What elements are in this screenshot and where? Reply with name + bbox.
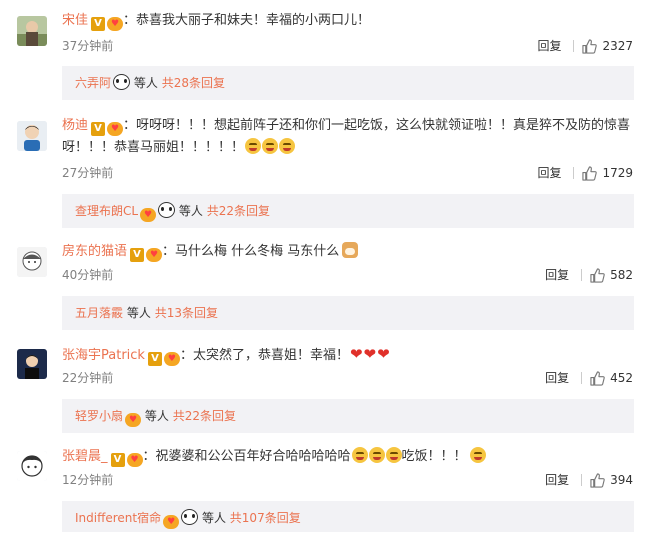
reply-count-link[interactable]: 共28条回复 bbox=[162, 76, 225, 90]
like-count: 2327 bbox=[602, 39, 633, 53]
reply-button[interactable]: 回复 bbox=[537, 37, 561, 55]
grin-emoji-icon bbox=[279, 138, 296, 154]
divider bbox=[581, 372, 583, 384]
avatar[interactable] bbox=[17, 247, 47, 277]
like-count: 394 bbox=[610, 473, 633, 487]
fan-badge-icon bbox=[107, 122, 124, 136]
comment-actions: 回复 2327 bbox=[537, 37, 633, 55]
reply-summary[interactable]: 轻罗小扇 等人 共22条回复 bbox=[62, 399, 634, 433]
avatar[interactable] bbox=[17, 121, 47, 151]
fan-badge-icon bbox=[163, 515, 180, 529]
panda-emoji-icon bbox=[181, 509, 199, 525]
timestamp: 27分钟前 bbox=[62, 166, 114, 180]
like-count: 1729 bbox=[602, 166, 633, 180]
heart-emoji-icon: ❤ bbox=[363, 345, 377, 363]
reply-username[interactable]: 查理布朗CL bbox=[75, 204, 138, 218]
grin-emoji-icon bbox=[245, 138, 262, 154]
reply-username[interactable]: 六弄阿 bbox=[75, 76, 111, 90]
reply-etc-text: 等人 bbox=[178, 204, 203, 218]
comment-actions: 回复 1729 bbox=[537, 164, 633, 182]
reply-count-link[interactable]: 共13条回复 bbox=[155, 306, 218, 320]
reply-count-link[interactable]: 共22条回复 bbox=[207, 204, 270, 218]
verified-badge-icon: V bbox=[130, 248, 145, 262]
comment-text-line: 杨迪V：呀呀呀！！！想起前阵子还和你们一起吃饭，这么快就领证啦！！真是猝不及防的… bbox=[62, 115, 636, 159]
verified-badge-icon: V bbox=[147, 352, 162, 366]
reply-button[interactable]: 回复 bbox=[545, 369, 569, 387]
fan-badge-icon bbox=[163, 352, 180, 366]
grin-emoji-icon bbox=[469, 447, 486, 463]
grin-emoji-icon bbox=[368, 447, 385, 463]
timestamp: 37分钟前 bbox=[62, 39, 114, 53]
heart-emoji-icon: ❤ bbox=[377, 345, 390, 363]
thumbs-up-icon[interactable] bbox=[590, 267, 605, 283]
comment-actions: 回复 394 bbox=[545, 471, 633, 489]
verified-badge-icon: V bbox=[110, 453, 125, 467]
thumbs-up-icon[interactable] bbox=[590, 370, 605, 386]
grin-emoji-icon bbox=[351, 447, 368, 463]
comment-actions: 回复 452 bbox=[545, 369, 633, 387]
reply-etc-text: 等人 bbox=[133, 76, 158, 90]
timestamp: 40分钟前 bbox=[62, 268, 114, 282]
comment-text: ：祝婆婆和公公百年好合哈哈哈哈哈 bbox=[142, 449, 351, 464]
divider bbox=[581, 269, 583, 281]
timestamp: 22分钟前 bbox=[62, 371, 114, 385]
reply-etc-text: 等人 bbox=[201, 511, 226, 525]
comment-actions: 回复 582 bbox=[545, 266, 633, 284]
username-link[interactable]: 房东的猫语 bbox=[62, 244, 127, 259]
fan-badge-icon bbox=[107, 17, 124, 31]
comment-text-line: 张海宇PatrickV：太突然了，恭喜姐！幸福！❤❤❤ bbox=[62, 343, 636, 367]
username-link[interactable]: 宋佳 bbox=[62, 13, 88, 28]
comment-text-line: 宋佳V ：恭喜我大丽子和妹夫！幸福的小两口儿！ bbox=[62, 10, 636, 32]
reply-button[interactable]: 回复 bbox=[537, 164, 561, 182]
reply-username[interactable]: 五月落霰 bbox=[75, 306, 123, 320]
reply-button[interactable]: 回复 bbox=[545, 471, 569, 489]
reply-summary[interactable]: 六弄阿 等人 共28条回复 bbox=[62, 66, 634, 100]
avatar[interactable] bbox=[17, 451, 47, 481]
heart-emoji-icon: ❤ bbox=[349, 345, 363, 363]
fan-badge-icon bbox=[140, 208, 157, 222]
reply-count-link[interactable]: 共22条回复 bbox=[173, 409, 236, 423]
like-count: 582 bbox=[610, 268, 633, 282]
reply-summary[interactable]: 五月落霰 等人 共13条回复 bbox=[62, 296, 634, 330]
comment-text-tail: 吃饭！！！ bbox=[401, 449, 467, 464]
reply-count-link[interactable]: 共107条回复 bbox=[230, 511, 301, 525]
divider bbox=[573, 167, 575, 179]
verified-badge-icon: V bbox=[91, 122, 106, 136]
comment-text-line: 房东的猫语V ：马什么梅 什么冬梅 马东什么 bbox=[62, 241, 636, 263]
fan-badge-icon bbox=[146, 248, 163, 262]
fan-badge-icon bbox=[126, 453, 143, 467]
panda-emoji-icon bbox=[158, 202, 176, 218]
thumbs-up-icon[interactable] bbox=[582, 38, 598, 54]
avatar[interactable] bbox=[17, 16, 47, 46]
username-link[interactable]: 杨迪 bbox=[62, 118, 88, 133]
comment-text: ：恭喜我大丽子和妹夫！幸福的小两口儿！ bbox=[123, 13, 371, 28]
timestamp: 12分钟前 bbox=[62, 473, 114, 487]
avatar[interactable] bbox=[17, 349, 47, 379]
username-link[interactable]: 张碧晨_ bbox=[62, 449, 108, 464]
thumbs-up-icon[interactable] bbox=[590, 472, 605, 488]
reply-etc-text: 等人 bbox=[144, 409, 169, 423]
verified-badge-icon: V bbox=[91, 17, 106, 31]
fan-badge-icon bbox=[125, 413, 142, 427]
divider bbox=[581, 474, 583, 486]
comment-text: ：马什么梅 什么冬梅 马东什么 bbox=[162, 244, 340, 259]
dog-emoji-icon bbox=[342, 242, 359, 258]
panda-emoji-icon bbox=[113, 74, 131, 90]
reply-summary[interactable]: 查理布朗CL 等人 共22条回复 bbox=[62, 194, 634, 228]
comment-text-line: 张碧晨_V ：祝婆婆和公公百年好合哈哈哈哈哈 吃饭！！！ bbox=[62, 446, 636, 468]
like-count: 452 bbox=[610, 371, 633, 385]
comment-text: ：呀呀呀！！！想起前阵子还和你们一起吃饭，这么快就领证啦！！真是猝不及防的惊喜呀… bbox=[62, 118, 631, 155]
reply-summary[interactable]: Indifferent宿命 等人 共107条回复 bbox=[62, 501, 634, 532]
reply-username[interactable]: Indifferent宿命 bbox=[75, 511, 161, 525]
divider bbox=[573, 40, 575, 52]
comment-text: ：太突然了，恭喜姐！幸福！ bbox=[179, 348, 349, 363]
grin-emoji-icon bbox=[385, 447, 402, 463]
reply-etc-text: 等人 bbox=[126, 306, 151, 320]
thumbs-up-icon[interactable] bbox=[582, 165, 598, 181]
username-link[interactable]: 张海宇Patrick bbox=[62, 348, 145, 363]
reply-username[interactable]: 轻罗小扇 bbox=[75, 409, 123, 423]
grin-emoji-icon bbox=[262, 138, 279, 154]
reply-button[interactable]: 回复 bbox=[545, 266, 569, 284]
